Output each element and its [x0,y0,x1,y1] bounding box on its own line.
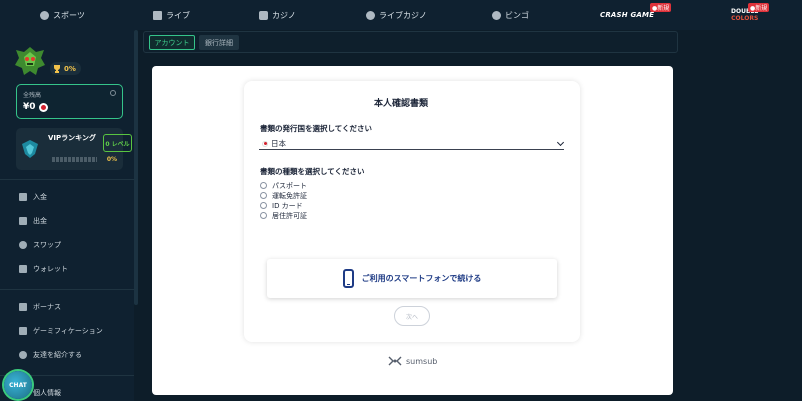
deposit-arrow-icon [19,193,27,201]
sidebar-item-deposit[interactable]: 入金 [19,191,47,203]
nav-live-casino-label: ライブカジノ [379,10,427,20]
doc-option-label: 居住許可証 [272,211,307,220]
vip-level-badge: 0 レベル [103,134,132,152]
top-nav: スポーツ ライブ カジノ ライブカジノ ビンゴ CRASH GAME ●新規 D… [0,0,802,30]
radio-button[interactable] [260,182,267,189]
vip-card[interactable]: VIPランキング 0 レベル 0% [16,128,132,170]
account-tabs: アカウント 銀行詳細 [143,31,678,53]
divider [0,179,134,180]
wallet-icon [19,265,27,273]
crown-icon [19,327,27,335]
users-icon [19,351,27,359]
swap-icon [19,241,27,249]
sidebar-item-label: 友達を紹介する [33,351,82,359]
sidebar-item-bonus[interactable]: ボーナス [19,301,61,313]
nav-sports[interactable]: スポーツ [40,0,85,30]
sidebar-item-label: ゲーミフィケーション [33,327,103,335]
smartphone-icon [342,269,354,288]
nav-sports-label: スポーツ [53,10,85,20]
crash-game-logo: CRASH GAME [600,11,655,19]
nav-crash-game[interactable]: CRASH GAME [600,0,654,30]
sidebar-item-label: ウォレット [33,265,68,273]
chip-icon [366,10,375,20]
country-select[interactable]: 日本 [259,138,565,150]
new-badge-crash: ●新規 [650,3,672,12]
doc-option-id-card[interactable]: ID カード [260,201,303,210]
nav-live-casino[interactable]: ライブカジノ [366,0,427,30]
sidebar-item-label: スワップ [33,241,61,249]
sidebar-item-refer-friend[interactable]: 友達を紹介する [19,349,82,361]
sidebar-item-swap[interactable]: スワップ [19,239,61,251]
vip-progress-percent: 0% [106,156,117,163]
vip-crest-icon [22,140,38,158]
chat-label: CHAT [9,381,27,389]
nav-casino-label: カジノ [272,10,296,20]
sumsub-label: sumsub [406,356,438,366]
sidebar-item-label: 個人情報 [33,389,61,397]
trophy-badge: 0% [50,62,81,75]
sidebar-item-label: 入金 [33,193,47,201]
radio-button[interactable] [260,202,267,209]
sidebar-item-label: ボーナス [33,303,61,311]
continue-on-smartphone-button[interactable]: ご利用のスマートフォンで続ける [267,259,557,298]
tab-bank-details[interactable]: 銀行詳細 [199,35,239,50]
country-select-value: 日本 [271,139,286,148]
doc-option-label: ID カード [272,201,303,210]
doc-option-passport[interactable]: パスポート [260,181,307,190]
continue-on-smartphone-label: ご利用のスマートフォンで続ける [361,274,482,283]
chat-button[interactable]: CHAT [4,371,32,399]
doc-option-label: パスポート [272,181,307,190]
vip-title: VIPランキング [48,134,96,142]
sidebar-item-gamification[interactable]: ゲーミフィケーション [19,325,103,337]
nav-live-label: ライブ [166,10,190,20]
nav-casino[interactable]: カジノ [259,0,296,30]
japan-flag-icon [262,140,268,147]
gift-icon [19,303,27,311]
radio-button[interactable] [260,212,267,219]
trophy-percent: 0% [64,64,76,73]
trophy-icon [53,64,61,73]
vip-progress-bar [52,157,97,162]
tab-account[interactable]: アカウント [149,35,195,50]
soccer-ball-icon [40,10,49,20]
sidebar-item-label: 出金 [33,217,47,225]
nav-bingo-label: ビンゴ [505,10,529,20]
sumsub-logo: sumsub [388,354,437,368]
doc-type-question: 書類の種類を選択してください [260,167,365,176]
bingo-ball-icon [492,10,501,20]
country-question: 書類の発行国を選択してください [260,124,373,133]
nav-live[interactable]: ライブ [153,0,190,30]
radio-button[interactable] [260,192,267,199]
cards-icon [259,10,268,20]
sumsub-icon [388,356,402,366]
page-title: 本人確認書類 [373,99,428,109]
divider [0,289,134,290]
doc-option-drivers-license[interactable]: 運転免許証 [260,191,307,200]
nav-bingo[interactable]: ビンゴ [492,0,529,30]
withdraw-arrow-icon [19,217,27,225]
sidebar-item-withdraw[interactable]: 出金 [19,215,47,227]
doc-option-label: 運転免許証 [272,191,307,200]
avatar[interactable] [14,46,46,76]
chevron-down-icon [556,138,565,147]
doc-option-residence-permit[interactable]: 居住許可証 [260,211,307,220]
sidebar-item-wallet[interactable]: ウォレット [19,263,68,275]
new-badge-double-colors: ●新規 [748,3,770,12]
next-button[interactable]: 次へ [394,306,430,326]
sidebar-scrollbar[interactable] [134,30,138,305]
tv-icon [153,10,162,20]
